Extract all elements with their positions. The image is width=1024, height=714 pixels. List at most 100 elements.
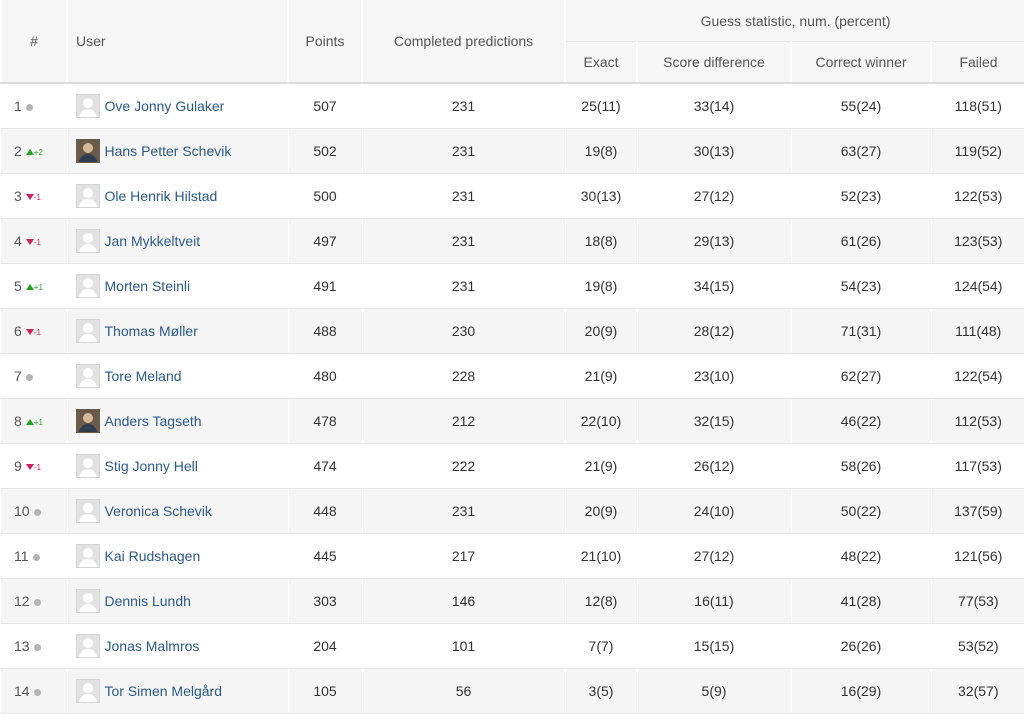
table-row: 5 +1 Morten Steinli 491 231 19(8) 34(15) 54(23)…: [1, 263, 1024, 309]
rank-down-icon: [25, 464, 34, 471]
rank-change: -1: [33, 237, 41, 247]
completed-predictions-header[interactable]: Completed predictions: [361, 0, 565, 84]
default-avatar-icon[interactable]: [75, 184, 100, 208]
exact-cell: 30(13): [564, 173, 637, 219]
default-avatar-icon[interactable]: [75, 229, 100, 253]
user-cell: Veronica Schevik: [66, 488, 288, 534]
user-photo-avatar[interactable]: [75, 139, 100, 163]
exact-cell: 22(10): [564, 398, 637, 444]
user-name-link[interactable]: Kai Rudshagen: [105, 548, 201, 564]
user-name-link[interactable]: Morten Steinli: [105, 278, 191, 294]
user-cell: Ole Henrik Hilstad: [66, 173, 288, 219]
rank-number: 14: [14, 683, 30, 699]
rank-cell: 7: [1, 353, 67, 399]
default-avatar-icon[interactable]: [75, 94, 100, 118]
user-cell: Ove Jonny Gulaker: [66, 83, 288, 129]
exact-header[interactable]: Exact: [564, 41, 637, 84]
rank-number: 11: [14, 548, 29, 564]
failed-cell: 124(54): [930, 263, 1024, 309]
table-row: 3 -1 Ole Henrik Hilstad 500 231 30(13) 27(12) 5…: [1, 173, 1024, 219]
user-name-link[interactable]: Hans Petter Schevik: [105, 143, 232, 159]
rank-number: 12: [14, 593, 30, 609]
user-name-link[interactable]: Thomas Møller: [105, 323, 198, 339]
user-name-link[interactable]: Dennis Lundh: [105, 593, 191, 609]
user-name-link[interactable]: Ole Henrik Hilstad: [105, 188, 218, 204]
user-name-link[interactable]: Anders Tagseth: [105, 413, 202, 429]
user-name-link[interactable]: Stig Jonny Hell: [105, 458, 198, 474]
user-name-link[interactable]: Tore Meland: [105, 368, 182, 384]
correct-winner-cell: 62(27): [790, 353, 931, 399]
default-avatar-icon[interactable]: [75, 634, 100, 658]
rank-unchanged-icon: [25, 103, 33, 111]
user-cell: Jonas Malmros: [66, 623, 288, 669]
default-avatar-icon[interactable]: [75, 364, 100, 388]
rank-header[interactable]: #: [0, 0, 67, 84]
correct-winner-cell: 63(27): [790, 128, 931, 174]
user-name-link[interactable]: Veronica Schevik: [105, 503, 212, 519]
score-difference-header[interactable]: Score difference: [636, 41, 791, 84]
points-cell: 491: [287, 263, 362, 309]
user-cell: Morten Steinli: [66, 263, 288, 309]
user-name-link[interactable]: Ove Jonny Gulaker: [105, 98, 225, 114]
points-cell: 303: [287, 578, 362, 624]
table-row: 14 Tor Simen Melgård 105 56 3(5) 5(9) 16(29) 32…: [1, 668, 1024, 714]
default-avatar-icon[interactable]: [75, 544, 100, 568]
rank-cell: 8 +1: [1, 398, 67, 444]
correct-winner-cell: 16(29): [790, 668, 931, 714]
correct-winner-cell: 52(23): [790, 173, 931, 219]
table-row: 1 Ove Jonny Gulaker 507 231 25(11) 33(14) 55(2…: [1, 83, 1024, 129]
rank-cell: 9 -1: [1, 443, 67, 489]
leaderboard-body: 1 Ove Jonny Gulaker 507 231 25(11) 33(14) 55(2…: [1, 83, 1024, 714]
exact-cell: 20(9): [564, 308, 637, 354]
rank-up-icon: [25, 419, 34, 426]
table-row: 7 Tore Meland 480 228 21(9) 23(10) 62(27) 122(5…: [1, 353, 1024, 399]
rank-cell: 12: [1, 578, 67, 624]
user-photo-avatar[interactable]: [75, 409, 100, 433]
exact-cell: 21(9): [564, 353, 637, 399]
user-cell: Jan Mykkeltveit: [66, 218, 288, 264]
completed-cell: 212: [361, 398, 565, 444]
score-difference-cell: 28(12): [636, 308, 791, 354]
correct-winner-cell: 54(23): [790, 263, 931, 309]
rank-unchanged-icon: [25, 373, 33, 381]
rank-unchanged-icon: [33, 508, 41, 516]
completed-cell: 222: [361, 443, 565, 489]
points-cell: 478: [287, 398, 362, 444]
default-avatar-icon[interactable]: [75, 274, 100, 298]
failed-cell: 122(53): [930, 173, 1024, 219]
rank-cell: 2 +2: [1, 128, 67, 174]
user-cell: Tore Meland: [66, 353, 288, 399]
user-name-link[interactable]: Tor Simen Melgård: [105, 683, 223, 699]
default-avatar-icon[interactable]: [75, 454, 100, 478]
completed-cell: 231: [361, 128, 565, 174]
user-header[interactable]: User: [66, 0, 288, 84]
default-avatar-icon[interactable]: [75, 679, 100, 703]
user-cell: Thomas Møller: [66, 308, 288, 354]
rank-number: 1: [14, 98, 22, 114]
rank-unchanged-icon: [33, 598, 41, 606]
points-cell: 204: [287, 623, 362, 669]
rank-number: 4: [14, 233, 22, 249]
table-row: 10 Veronica Schevik 448 231 20(9) 24(10) 50(22…: [1, 488, 1024, 534]
points-cell: 500: [287, 173, 362, 219]
rank-cell: 3 -1: [1, 173, 67, 219]
rank-cell: 5 +1: [1, 263, 67, 309]
user-name-link[interactable]: Jonas Malmros: [105, 638, 200, 654]
rank-number: 5: [14, 278, 22, 294]
completed-cell: 231: [361, 173, 565, 219]
points-header[interactable]: Points: [287, 0, 362, 84]
failed-cell: 53(52): [930, 623, 1024, 669]
completed-cell: 230: [361, 308, 565, 354]
default-avatar-icon[interactable]: [75, 319, 100, 343]
score-difference-cell: 26(12): [636, 443, 791, 489]
user-name-link[interactable]: Jan Mykkeltveit: [105, 233, 201, 249]
correct-winner-header[interactable]: Correct winner: [790, 41, 931, 84]
default-avatar-icon[interactable]: [75, 589, 100, 613]
failed-cell: 117(53): [930, 443, 1024, 489]
rank-cell: 4 -1: [1, 218, 67, 264]
completed-cell: 231: [361, 263, 565, 309]
default-avatar-icon[interactable]: [75, 499, 100, 523]
rank-down-icon: [25, 329, 34, 336]
failed-header[interactable]: Failed: [929, 41, 1024, 84]
exact-cell: 21(9): [564, 443, 637, 489]
